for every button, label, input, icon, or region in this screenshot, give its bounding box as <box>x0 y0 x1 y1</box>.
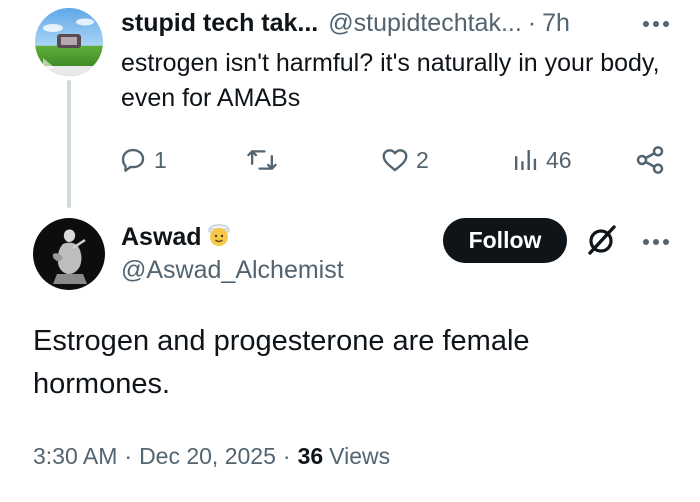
tweet-views-label: Views <box>329 442 391 469</box>
tweet-date[interactable]: Dec 20, 2025 <box>139 443 276 470</box>
heart-icon <box>382 149 408 172</box>
reply-header: stupid tech tak... @stupidtechtak... · 7… <box>121 5 681 41</box>
meta-separator: · <box>282 442 291 469</box>
meta-separator: · <box>124 442 133 469</box>
like-count: 2 <box>416 146 429 173</box>
author-avatar[interactable] <box>33 218 105 290</box>
share-icon <box>636 146 664 174</box>
tweet-time[interactable]: 3:30 AM <box>33 443 117 470</box>
reply-handle[interactable]: @stupidtechtak... <box>328 9 522 38</box>
views-button[interactable]: 46 <box>510 140 572 180</box>
reply-display-name[interactable]: stupid tech tak... <box>121 9 318 38</box>
repost-button[interactable] <box>246 140 284 180</box>
author-handle[interactable]: @Aswad_Alchemist <box>121 256 344 285</box>
grok-button[interactable] <box>583 221 621 259</box>
tweet-views-count: 36 <box>297 442 324 469</box>
reply-text: estrogen isn't harmful? it's naturally i… <box>121 49 660 112</box>
reply-timestamp[interactable]: 7h <box>542 9 570 38</box>
reply-more-button[interactable] <box>636 8 676 38</box>
tweet-text: Estrogen and progesterone are female hor… <box>33 325 530 400</box>
repost-icon <box>247 150 277 170</box>
reply-action-bar: 1 2 46 <box>118 140 688 180</box>
like-button[interactable]: 2 <box>380 140 429 180</box>
share-button[interactable] <box>634 140 666 180</box>
reply-icon <box>121 148 145 172</box>
emoji-badge-icon <box>206 220 232 255</box>
grok-icon <box>588 225 616 255</box>
reply-count: 1 <box>154 146 167 173</box>
reply-button[interactable]: 1 <box>118 140 167 180</box>
bar-chart-icon <box>515 150 537 170</box>
author-display-name[interactable]: Aswad <box>121 223 202 252</box>
author-avatar-image <box>33 218 105 290</box>
reply-avatar[interactable] <box>35 8 103 76</box>
more-horizontal-icon <box>643 21 669 27</box>
more-horizontal-icon <box>643 239 669 245</box>
views-count: 46 <box>546 146 572 173</box>
reply-avatar-image <box>35 8 103 76</box>
thread-line <box>67 80 71 208</box>
tweet-meta: 3:30 AM · Dec 20, 2025 · 36 Views <box>33 438 390 474</box>
tweet-more-button[interactable] <box>636 226 676 256</box>
follow-button[interactable]: Follow <box>443 218 567 263</box>
reply-separator: · <box>527 8 537 37</box>
author-name-row: Aswad <box>121 220 232 254</box>
